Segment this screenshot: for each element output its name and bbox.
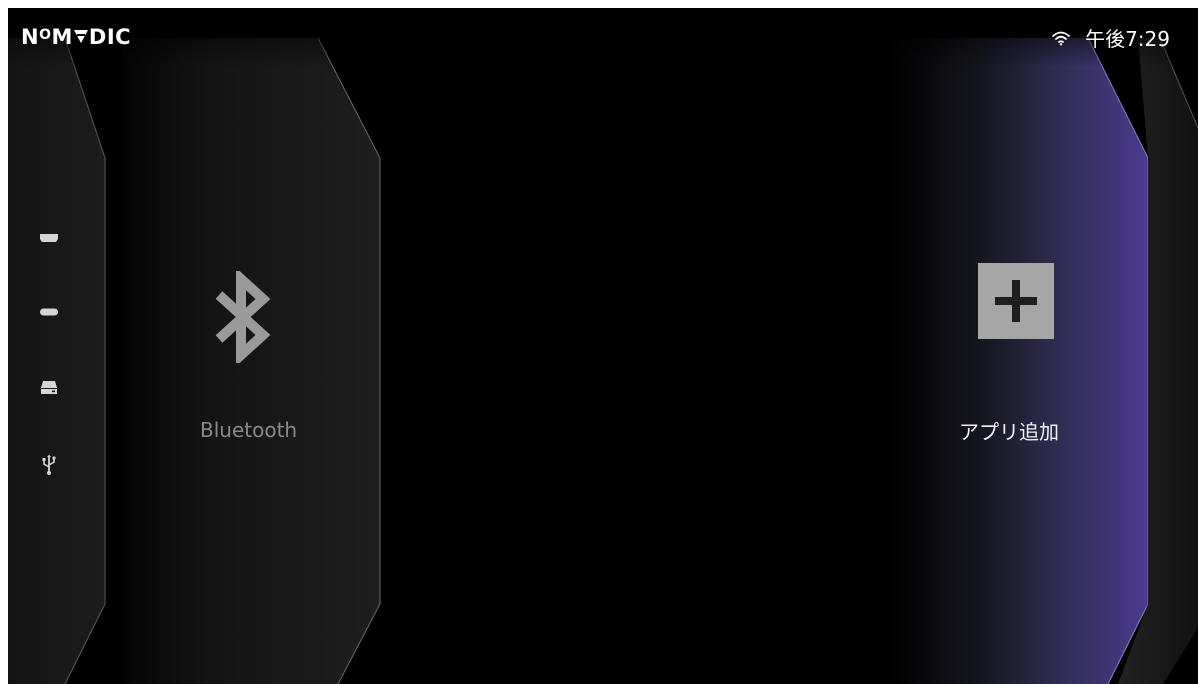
logo-a-triangle-icon xyxy=(73,30,88,43)
background-panels xyxy=(8,8,1198,684)
wifi-icon xyxy=(1052,31,1070,45)
status-bar: 午後7:29 xyxy=(1051,23,1170,52)
storage-drive-icon[interactable] xyxy=(37,375,61,399)
plus-icon xyxy=(995,280,1037,322)
clock-time: 午後7:29 xyxy=(1085,27,1170,51)
bluetooth-icon xyxy=(215,271,271,363)
input-sources-panel xyxy=(8,38,105,684)
add-app-button[interactable] xyxy=(978,263,1054,339)
usb-icon[interactable] xyxy=(37,453,61,477)
usb-c-icon[interactable] xyxy=(37,300,61,324)
hdmi-icon[interactable] xyxy=(37,226,61,250)
add-app-card-panel xyxy=(888,38,1148,684)
bluetooth-label: Bluetooth xyxy=(200,418,298,442)
launcher-screen: NOM DIC 午後7:29 Bluetooth アプリ追加 xyxy=(8,8,1198,684)
add-app-label: アプリ追加 xyxy=(959,420,1059,444)
nomadic-logo: NOM DIC xyxy=(21,25,132,49)
